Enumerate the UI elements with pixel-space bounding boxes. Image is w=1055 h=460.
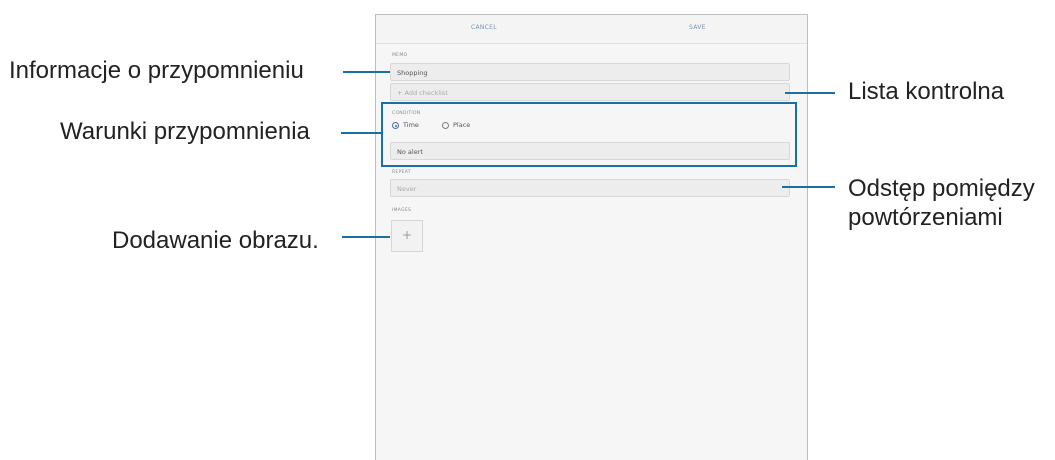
callout-line-add-image <box>342 236 390 238</box>
repeat-selector[interactable]: Never <box>390 179 790 197</box>
reminder-edit-screen: CANCEL SAVE MEMO Shopping + Add checklis… <box>375 14 808 460</box>
add-image-button[interactable]: + <box>391 220 423 252</box>
callout-add-image: Dodawanie obrazu. <box>112 227 319 254</box>
top-action-bar: CANCEL SAVE <box>376 15 807 44</box>
callout-reminder-conditions: Warunki przypomnienia <box>60 118 310 145</box>
callout-repeat-interval-line1: Odstęp pomiędzy <box>848 175 1035 202</box>
add-checklist-label: + Add checklist <box>397 89 448 97</box>
callout-line-checklist <box>785 92 835 94</box>
condition-highlight-box <box>381 102 797 167</box>
memo-value: Shopping <box>397 69 428 77</box>
repeat-section-label: REPEAT <box>392 170 411 175</box>
callout-reminder-info: Informacje o przypomnieniu <box>9 57 304 84</box>
images-section-label: IMAGES <box>392 208 412 213</box>
save-button[interactable]: SAVE <box>689 24 706 31</box>
callout-checklist: Lista kontrolna <box>848 78 1005 105</box>
callout-line-reminder-conditions <box>341 132 381 134</box>
callout-line-reminder-info <box>343 71 390 73</box>
annotated-screenshot: CANCEL SAVE MEMO Shopping + Add checklis… <box>0 0 1055 460</box>
memo-section-label: MEMO <box>392 53 408 58</box>
callout-line-repeat-interval <box>782 186 835 188</box>
repeat-value: Never <box>397 185 417 193</box>
memo-input[interactable]: Shopping <box>390 63 790 81</box>
callout-repeat-interval-line2: powtórzeniami <box>848 204 1003 231</box>
plus-icon: + <box>401 228 413 242</box>
cancel-button[interactable]: CANCEL <box>471 24 497 31</box>
add-checklist-field[interactable]: + Add checklist <box>390 83 790 101</box>
